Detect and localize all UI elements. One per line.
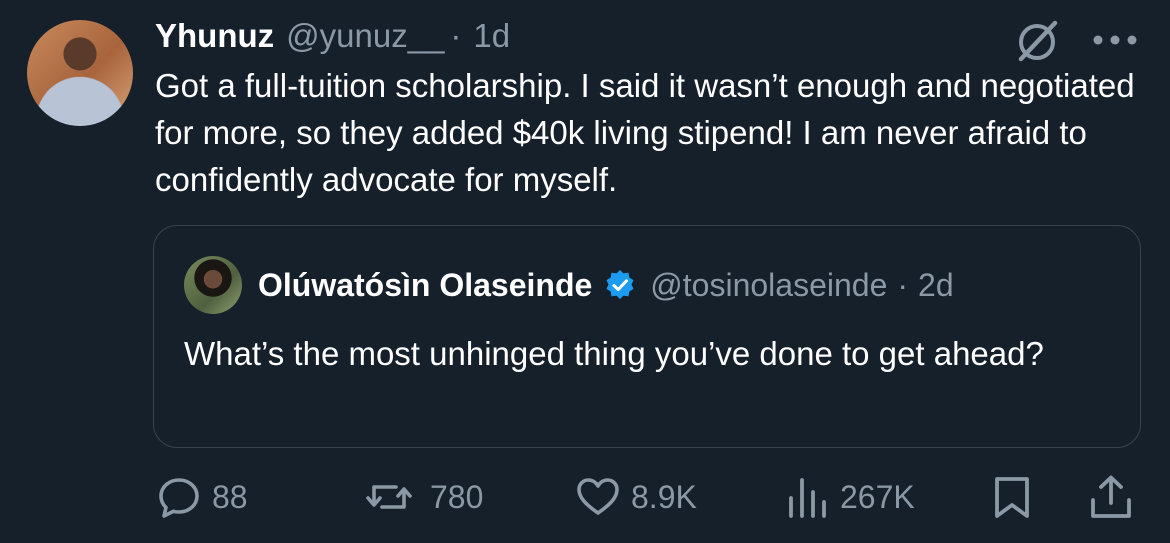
share-icon	[1091, 475, 1131, 518]
reply-count: 88	[212, 478, 248, 515]
tweet-timestamp[interactable]: 1d	[473, 14, 510, 58]
like-button[interactable]: 8.9K	[575, 474, 697, 520]
repost-icon	[366, 485, 412, 509]
views-button[interactable]: 267K	[784, 474, 915, 520]
reply-button[interactable]: 88	[156, 474, 248, 520]
quoted-tweet-header: Olúwatósìn Olaseinde @tosinolaseinde · 2…	[258, 264, 954, 306]
reply-icon	[159, 478, 199, 518]
action-bar: 88 780 8.9K 267K	[0, 474, 1170, 520]
view-count: 267K	[840, 478, 915, 515]
share-button[interactable]	[1088, 474, 1134, 520]
like-icon	[577, 478, 619, 515]
grok-icon[interactable]	[1013, 17, 1061, 65]
quoted-tweet[interactable]: Olúwatósìn Olaseinde @tosinolaseinde · 2…	[153, 225, 1141, 448]
more-icon[interactable]	[1090, 33, 1140, 47]
separator-dot: ·	[450, 17, 462, 54]
bookmark-button[interactable]	[989, 474, 1035, 520]
author-avatar[interactable]	[27, 20, 133, 126]
tweet-header: Yhunuz @yunuz__ · 1d	[155, 14, 510, 58]
quoted-author-avatar[interactable]	[184, 256, 242, 314]
quoted-tweet-timestamp[interactable]: 2d	[918, 264, 954, 306]
quoted-tweet-text: What’s the most unhinged thing you’ve do…	[184, 335, 1044, 372]
quoted-author-display-name[interactable]: Olúwatósìn Olaseinde	[258, 264, 592, 306]
author-handle[interactable]: @yunuz__	[286, 14, 444, 58]
repost-button[interactable]: 780	[358, 474, 483, 520]
like-count: 8.9K	[631, 478, 697, 515]
views-icon	[789, 478, 826, 518]
quoted-separator-dot: ·	[897, 267, 909, 303]
tweet: Yhunuz @yunuz__ · 1d Got a full-tuition …	[0, 0, 1170, 543]
verified-badge-icon	[606, 269, 634, 300]
quoted-author-handle[interactable]: @tosinolaseinde	[650, 264, 887, 306]
bookmark-icon	[995, 477, 1029, 518]
tweet-text: Got a full-tuition scholarship. I said i…	[155, 67, 1135, 198]
author-display-name[interactable]: Yhunuz	[155, 14, 274, 58]
repost-count: 780	[430, 478, 484, 515]
